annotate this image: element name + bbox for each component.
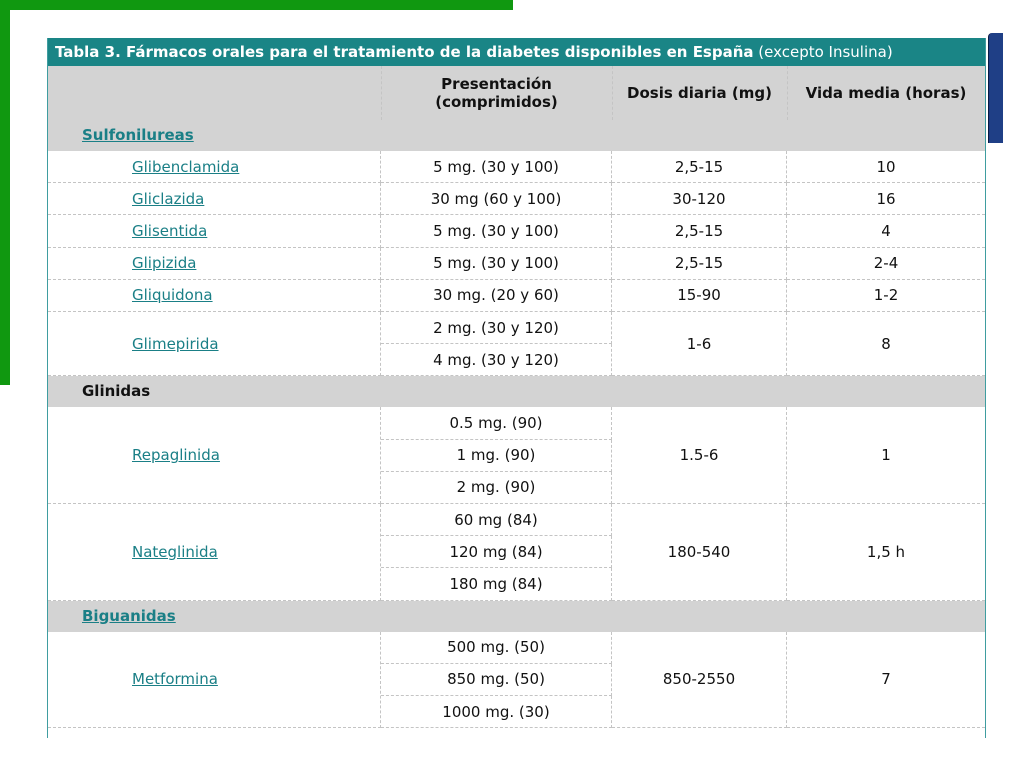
drug-name-cell[interactable]: Gliclazida [48, 183, 381, 216]
drug-name-cell[interactable]: Metformina [48, 631, 381, 729]
dosis-cell: 1-6 [612, 312, 787, 377]
section-label: Glinidas [82, 382, 151, 401]
green-frame-left [0, 0, 10, 385]
vida-cell: 10 [787, 151, 985, 184]
vida-cell: 1,5 h [787, 504, 985, 601]
dosis-cell: 2,5-15 [612, 247, 787, 280]
drug-name-cell[interactable]: Glibenclamida [48, 151, 381, 184]
vida-cell: 1-2 [787, 280, 985, 312]
presentacion-cell: 120 mg (84) [381, 536, 612, 569]
presentacion-cell: 1 mg. (90) [381, 439, 612, 472]
section-label[interactable]: Sulfonilureas [82, 126, 194, 144]
presentacion-cell: 500 mg. (50) [381, 631, 612, 664]
header-drug-col [48, 66, 382, 120]
drug-name-cell[interactable]: Glipizida [48, 247, 381, 280]
header-presentacion-line1: Presentación [441, 75, 552, 93]
presentacion-cell: 4 mg. (30 y 120) [381, 344, 612, 377]
side-tab[interactable] [988, 33, 1003, 143]
presentacion-cell: 5 mg. (30 y 100) [381, 247, 612, 280]
header-presentacion: Presentación (comprimidos) [381, 66, 613, 120]
vida-cell: 4 [787, 215, 985, 248]
presentacion-cell: 5 mg. (30 y 100) [381, 215, 612, 248]
vida-cell: 1 [787, 407, 985, 504]
header-presentacion-line2: (comprimidos) [435, 93, 558, 111]
dosis-cell: 2,5-15 [612, 151, 787, 184]
presentacion-cell: 180 mg (84) [381, 568, 612, 601]
presentacion-cell: 30 mg (60 y 100) [381, 183, 612, 216]
drug-name-cell[interactable]: Gliquidona [48, 279, 381, 312]
dosis-cell: 1.5-6 [612, 407, 787, 504]
drug-name-cell[interactable]: Nateglinida [48, 504, 381, 601]
header-vida: Vida media (horas) [805, 84, 967, 102]
presentacion-cell: 850 mg. (50) [381, 663, 612, 696]
dosis-cell: 850-2550 [612, 631, 787, 729]
drug-name-link[interactable]: Repaglinida [132, 446, 220, 464]
drug-name-cell[interactable]: Glisentida [48, 215, 381, 248]
drug-name-link[interactable]: Glipizida [132, 254, 196, 272]
drug-name-link[interactable]: Nateglinida [132, 543, 218, 561]
drug-name-link[interactable]: Gliquidona [132, 286, 213, 304]
table-title-bold: Tabla 3. Fármacos orales para el tratami… [55, 43, 754, 61]
presentacion-cell: 30 mg. (20 y 60) [381, 279, 612, 312]
vida-cell: 7 [787, 632, 985, 729]
dosis-cell: 15-90 [612, 279, 787, 312]
header-dosis: Dosis diaria (mg) [612, 66, 788, 120]
section-row: Glinidas [48, 376, 985, 408]
vida-cell: 16 [787, 183, 985, 216]
table-header-row: Presentación (comprimidos) Dosis diaria … [48, 66, 985, 120]
presentacion-cell: 1000 mg. (30) [381, 696, 612, 729]
drug-name-link[interactable]: Glimepirida [132, 335, 219, 353]
drug-name-link[interactable]: Gliclazida [132, 190, 204, 208]
drug-name-cell[interactable]: Repaglinida [48, 407, 381, 504]
drug-name-link[interactable]: Metformina [132, 670, 218, 688]
green-frame-top [0, 0, 513, 10]
vida-cell: 8 [787, 312, 985, 377]
dosis-cell: 30-120 [612, 183, 787, 216]
presentacion-cell: 0.5 mg. (90) [381, 407, 612, 440]
presentacion-cell: 60 mg (84) [381, 504, 612, 537]
dosis-cell: 2,5-15 [612, 215, 787, 248]
presentacion-cell: 5 mg. (30 y 100) [381, 151, 612, 184]
section-row: Sulfonilureas [48, 120, 985, 151]
presentacion-cell: 2 mg. (90) [381, 471, 612, 504]
drug-name-link[interactable]: Glibenclamida [132, 158, 239, 176]
drug-table: Tabla 3. Fármacos orales para el tratami… [47, 38, 986, 738]
presentacion-cell: 2 mg. (30 y 120) [381, 312, 612, 345]
table-title: Tabla 3. Fármacos orales para el tratami… [48, 38, 985, 66]
dosis-cell: 180-540 [612, 504, 787, 601]
drug-name-cell[interactable]: Glimepirida [48, 312, 381, 377]
table-title-normal: (excepto Insulina) [753, 43, 893, 61]
drug-name-link[interactable]: Glisentida [132, 222, 207, 240]
section-label[interactable]: Biguanidas [82, 607, 176, 625]
vida-cell: 2-4 [787, 248, 985, 280]
section-row: Biguanidas [48, 600, 985, 632]
